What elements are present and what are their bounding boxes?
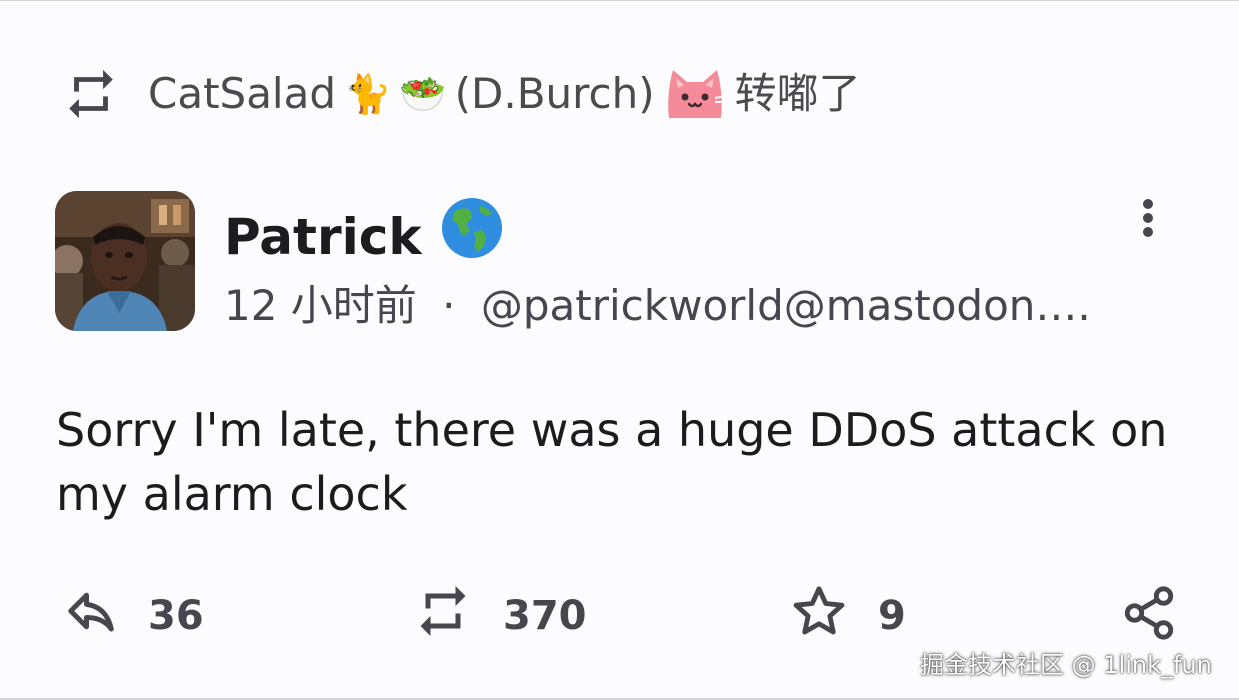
globe-emoji xyxy=(440,196,504,277)
pink-cat-emoji xyxy=(663,64,727,124)
boost-button[interactable]: 370 xyxy=(413,584,587,648)
meta-separator: · xyxy=(442,281,456,330)
post-content: Sorry I'm late, there was a huge DDoS at… xyxy=(56,403,1168,521)
salad-emoji: 🥗 xyxy=(399,72,447,116)
boost-action-text: 转嘟了 xyxy=(734,69,861,118)
more-options-button[interactable] xyxy=(1124,194,1172,242)
cat-emoji: 🐈 xyxy=(344,72,392,116)
favourite-button[interactable]: 9 xyxy=(790,584,906,648)
author-name: Patrick xyxy=(224,207,422,266)
reply-count: 36 xyxy=(148,593,204,639)
repeat-icon xyxy=(413,581,473,651)
share-button[interactable] xyxy=(1120,584,1178,642)
boost-header[interactable]: CatSalad 🐈 🥗 (D.Burch) 转嘟了 xyxy=(62,62,861,126)
watermark: 掘金技术社区 @ 1link_fun xyxy=(920,651,1212,679)
avatar[interactable] xyxy=(55,191,195,331)
post-time[interactable]: 12 小时前 xyxy=(224,281,417,330)
booster-name: CatSalad xyxy=(148,69,336,118)
boost-count: 370 xyxy=(503,593,587,639)
more-vert-icon xyxy=(1143,199,1153,237)
post-meta: 12 小时前 · @patrickworld@mastodon…. xyxy=(224,276,1164,336)
share-icon xyxy=(1124,586,1174,640)
author-account[interactable]: @patrickworld@mastodon…. xyxy=(481,281,1091,330)
reply-icon xyxy=(64,584,118,648)
repeat-icon xyxy=(62,65,120,123)
author-name-row[interactable]: Patrick xyxy=(224,196,504,277)
boost-label: CatSalad 🐈 🥗 (D.Burch) 转嘟了 xyxy=(148,62,861,126)
booster-handle: (D.Burch) xyxy=(454,69,655,118)
favourite-count: 9 xyxy=(878,593,906,639)
reply-button[interactable]: 36 xyxy=(64,584,204,648)
star-icon xyxy=(790,582,848,650)
